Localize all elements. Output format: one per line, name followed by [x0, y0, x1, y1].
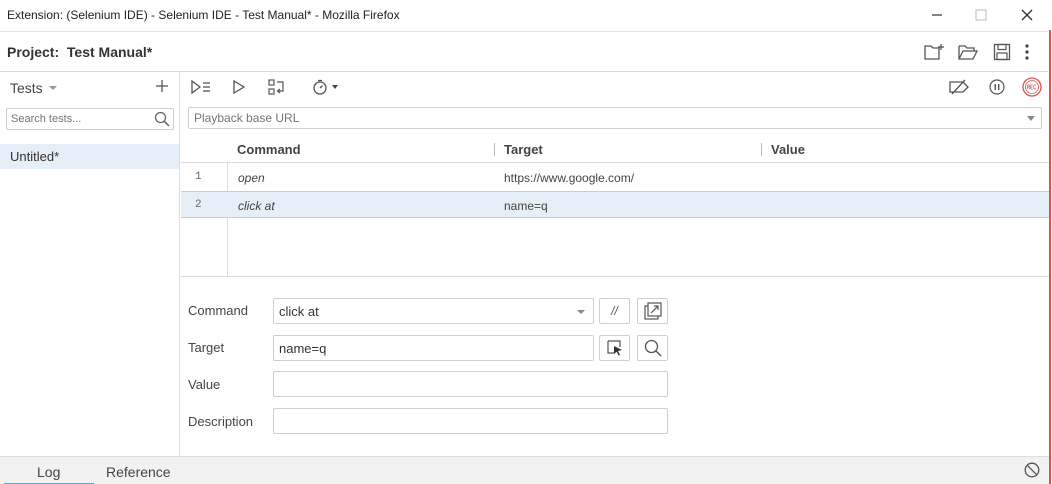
description-input[interactable]	[274, 409, 667, 433]
clear-log-button[interactable]	[1024, 462, 1040, 481]
column-header-command: Command	[237, 142, 301, 157]
column-resizer[interactable]	[494, 143, 495, 156]
tests-dropdown[interactable]: Tests	[10, 80, 57, 96]
pause-icon	[989, 79, 1005, 95]
pause-on-exceptions-button[interactable]	[985, 76, 1009, 98]
clear-icon	[1024, 462, 1040, 478]
base-url-input[interactable]	[189, 108, 1009, 128]
more-options-button[interactable]	[1019, 40, 1035, 64]
base-url-field	[188, 107, 1042, 129]
window-edge	[1049, 30, 1051, 484]
maximize-button[interactable]	[958, 0, 1004, 30]
project-title: Project: Test Manual*	[7, 44, 152, 60]
stopwatch-icon	[312, 79, 327, 95]
description-label: Description	[188, 414, 254, 429]
command-label: Command	[188, 303, 248, 318]
value-label: Value	[188, 377, 221, 392]
target-field	[273, 335, 594, 361]
tab-log[interactable]: Log	[37, 464, 60, 480]
search-tests-box	[6, 108, 174, 130]
bottom-panel-tabs: Log Reference	[0, 456, 1049, 484]
select-element-icon	[606, 340, 622, 356]
external-link-icon	[643, 302, 662, 320]
column-header-target: Target	[504, 142, 543, 157]
table-row[interactable]: 1 open https://www.google.com/	[181, 164, 1049, 191]
more-vertical-icon	[1025, 44, 1029, 60]
search-icon	[644, 339, 662, 357]
test-item-untitled[interactable]: Untitled*	[0, 144, 179, 169]
chevron-down-icon	[48, 86, 57, 90]
chevron-down-icon[interactable]	[577, 310, 585, 314]
comment-toggle-button[interactable]: //	[599, 298, 630, 324]
play-icon	[233, 80, 245, 94]
row-command: click at	[238, 199, 275, 213]
command-select[interactable]	[273, 298, 594, 324]
project-label: Project:	[7, 44, 60, 60]
url-dropdown-caret[interactable]	[1027, 116, 1035, 121]
run-all-tests-button[interactable]	[189, 76, 213, 98]
project-name[interactable]: Test Manual*	[67, 44, 152, 60]
open-reference-button[interactable]	[637, 298, 668, 324]
plus-icon	[156, 80, 168, 92]
command-editor: Command // Target	[181, 290, 1049, 456]
column-resizer[interactable]	[761, 143, 762, 156]
row-number: 1	[195, 171, 202, 183]
commands-table: Command Target Value 1 open https://www.…	[181, 137, 1049, 277]
row-command: open	[238, 171, 265, 185]
window-titlebar: Extension: (Selenium IDE) - Selenium IDE…	[0, 0, 1052, 30]
tests-sidebar: Tests Untitled*	[0, 72, 180, 456]
new-folder-icon	[924, 44, 944, 60]
column-header-value: Value	[771, 142, 805, 157]
minimize-button[interactable]	[914, 0, 960, 30]
record-icon	[1022, 77, 1042, 97]
add-test-button[interactable]	[154, 76, 170, 96]
search-icon[interactable]	[154, 111, 170, 127]
project-header: Project: Test Manual*	[0, 31, 1048, 72]
step-over-button[interactable]	[265, 76, 289, 98]
step-icon	[268, 79, 284, 95]
row-target: https://www.google.com/	[504, 171, 635, 185]
target-input[interactable]	[274, 336, 593, 360]
record-button[interactable]	[1020, 76, 1044, 98]
value-input[interactable]	[274, 372, 667, 396]
tests-header-label: Tests	[10, 80, 43, 96]
table-header: Command Target Value	[181, 137, 1049, 163]
maximize-icon	[975, 9, 987, 21]
table-row-selected[interactable]: 2 click at name=q	[181, 191, 1049, 218]
row-target: name=q	[504, 199, 548, 213]
run-current-test-button[interactable]	[227, 76, 251, 98]
editor-main: Command Target Value 1 open https://www.…	[181, 72, 1049, 456]
save-project-button[interactable]	[990, 40, 1014, 64]
window-title: Extension: (Selenium IDE) - Selenium IDE…	[7, 8, 400, 22]
search-tests-input[interactable]	[7, 109, 147, 129]
close-icon	[1021, 9, 1033, 21]
target-label: Target	[188, 340, 225, 355]
breakpoint-off-icon	[949, 79, 969, 95]
caret-down-icon	[331, 85, 338, 89]
playback-toolbar	[181, 72, 1049, 102]
open-folder-icon	[958, 45, 978, 60]
minimize-icon	[932, 14, 942, 16]
value-field	[273, 371, 668, 397]
select-target-button[interactable]	[599, 335, 630, 361]
new-project-button[interactable]	[922, 40, 946, 64]
disable-breakpoints-button[interactable]	[947, 76, 971, 98]
row-number: 2	[195, 199, 202, 211]
test-speed-button[interactable]	[309, 76, 341, 98]
open-project-button[interactable]	[956, 40, 980, 64]
find-target-button[interactable]	[637, 335, 668, 361]
save-icon	[993, 43, 1011, 61]
command-input[interactable]	[274, 299, 593, 323]
run-all-icon	[191, 80, 210, 94]
description-field	[273, 408, 668, 434]
tab-reference[interactable]: Reference	[106, 464, 171, 480]
close-window-button[interactable]	[1004, 0, 1050, 30]
